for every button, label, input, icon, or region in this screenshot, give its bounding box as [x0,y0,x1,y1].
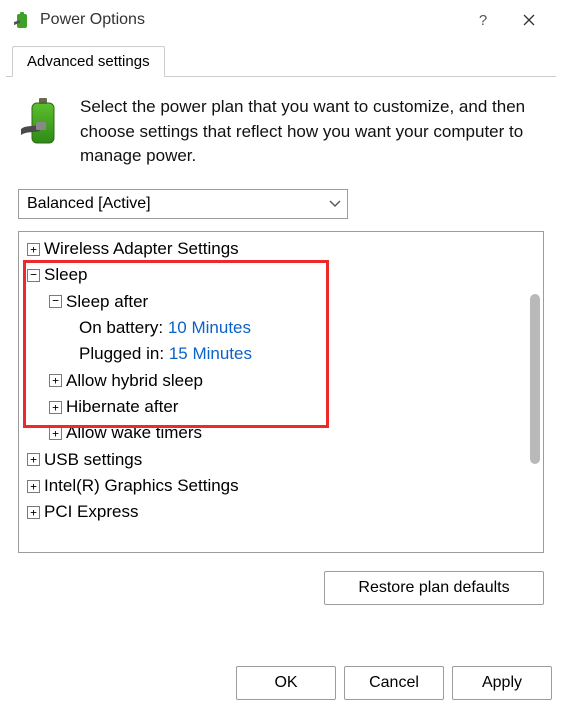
tree-item-on-battery[interactable]: On battery: 10 Minutes [21,315,541,341]
expand-icon[interactable] [27,453,40,466]
tree-value: 15 Minutes [169,341,252,367]
expand-icon[interactable] [27,480,40,493]
dialog-footer: OK Cancel Apply [236,666,552,700]
tree-item-usb[interactable]: USB settings [21,447,541,473]
plan-selector[interactable]: Balanced [Active] [18,189,348,219]
settings-tree: Wireless Adapter Settings Sleep Sleep af… [18,231,544,553]
window-title: Power Options [40,11,460,29]
tree-value: 10 Minutes [168,315,251,341]
tree-item-pci[interactable]: PCI Express [21,499,541,525]
cancel-button[interactable]: Cancel [344,666,444,700]
intro-text: Select the power plan that you want to c… [80,95,544,169]
battery-icon [18,95,64,169]
tree-label: Plugged in: [79,341,164,367]
tree-label: Allow wake timers [66,420,202,446]
collapse-icon[interactable] [49,295,62,308]
expand-icon[interactable] [27,506,40,519]
expand-icon[interactable] [49,374,62,387]
help-button[interactable]: ? [460,6,506,34]
tree-item-plugged-in[interactable]: Plugged in: 15 Minutes [21,341,541,367]
tree-label: USB settings [44,447,142,473]
tree-item-graphics[interactable]: Intel(R) Graphics Settings [21,473,541,499]
tree-item-hibernate-after[interactable]: Hibernate after [21,394,541,420]
tree-item-hybrid-sleep[interactable]: Allow hybrid sleep [21,368,541,394]
chevron-down-icon [329,197,341,211]
tab-strip: Advanced settings [6,46,556,77]
expand-icon[interactable] [27,243,40,256]
titlebar: Power Options ? [0,0,562,46]
tree-label: On battery: [79,315,163,341]
tree-label: Sleep [44,262,87,288]
battery-icon-small [10,8,34,32]
collapse-icon[interactable] [27,269,40,282]
tree-label: Allow hybrid sleep [66,368,203,394]
close-button[interactable] [506,6,552,34]
restore-row: Restore plan defaults [18,571,544,605]
tree-label: Intel(R) Graphics Settings [44,473,239,499]
scrollbar[interactable] [530,294,540,464]
ok-button[interactable]: OK [236,666,336,700]
tree-label: PCI Express [44,499,138,525]
tree-item-sleep-after[interactable]: Sleep after [21,289,541,315]
tree-item-sleep[interactable]: Sleep [21,262,541,288]
tree-label: Sleep after [66,289,148,315]
tab-advanced-settings[interactable]: Advanced settings [12,46,165,77]
tree-label: Wireless Adapter Settings [44,236,239,262]
apply-button[interactable]: Apply [452,666,552,700]
tree-label: Hibernate after [66,394,178,420]
restore-defaults-button[interactable]: Restore plan defaults [324,571,544,605]
tree-item-wake-timers[interactable]: Allow wake timers [21,420,541,446]
plan-selected: Balanced [Active] [27,195,151,213]
intro: Select the power plan that you want to c… [18,95,544,169]
panel: Select the power plan that you want to c… [0,77,562,615]
tree-item-wireless[interactable]: Wireless Adapter Settings [21,236,541,262]
expand-icon[interactable] [49,401,62,414]
expand-icon[interactable] [49,427,62,440]
